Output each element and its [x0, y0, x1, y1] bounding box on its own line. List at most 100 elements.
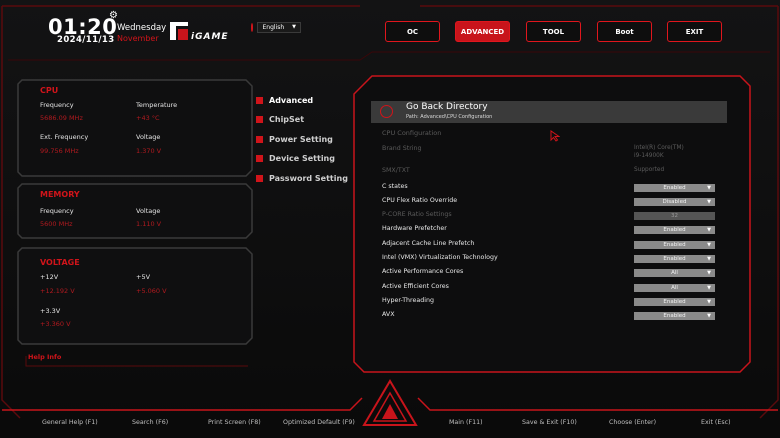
menu-item-label: ChipSet [269, 115, 305, 124]
menu-item-password-setting[interactable]: Password Setting [256, 174, 348, 183]
voltage-33v-value: +3.360 V [40, 320, 71, 328]
option-cpu-flex-ratio-dropdown[interactable]: Disabled ▼ [634, 198, 715, 206]
option-hardware-prefetcher-dropdown[interactable]: Enabled ▼ [634, 226, 715, 234]
back-circle-icon [380, 105, 393, 118]
option-active-efficient-cores-dropdown[interactable]: All ▼ [634, 284, 715, 292]
hotkey-general-help[interactable]: General Help (F1) [42, 419, 98, 426]
option-value: All [671, 285, 678, 291]
bullet-square-icon [256, 136, 263, 143]
option-active-performance-cores-dropdown[interactable]: All ▼ [634, 269, 715, 277]
language-value: English [262, 23, 285, 31]
config-path: Path: Advanced\CPU Configuration [406, 114, 493, 120]
option-value: 32 [671, 213, 678, 219]
hotkey-optimized-default[interactable]: Optimized Default (F9) [283, 419, 355, 426]
memory-frequency-value: 5600 MHz [40, 220, 73, 228]
chevron-down-icon: ▼ [707, 299, 711, 305]
memory-voltage-label: Voltage [136, 207, 161, 215]
hotkey-save-exit[interactable]: Save & Exit (F10) [522, 419, 577, 426]
brand-string-label: Brand String [382, 145, 422, 152]
mouse-cursor-icon [550, 130, 560, 142]
option-label-hardware-prefetcher: Hardware Prefetcher [382, 225, 447, 232]
settings-gear-icon[interactable]: ⚙ [109, 10, 118, 21]
tab-boot[interactable]: Boot [597, 21, 652, 42]
option-adjacent-cache-dropdown[interactable]: Enabled ▼ [634, 241, 715, 249]
chevron-down-icon: ▼ [707, 242, 711, 248]
hotkey-print-screen[interactable]: Print Screen (F8) [208, 419, 261, 426]
date: 2024/11/13 [57, 35, 115, 45]
option-value: All [671, 270, 678, 276]
cpu-title: CPU [40, 86, 59, 95]
cpu-frequency-label: Frequency [40, 101, 74, 109]
option-value: Enabled [663, 299, 686, 305]
igame-logo-icon [170, 22, 188, 40]
bullet-square-icon [256, 116, 263, 123]
chevron-down-icon: ▼ [707, 227, 711, 233]
option-label-pcore-ratio: P-CORE Ratio Settings [382, 211, 452, 218]
hotkey-search[interactable]: Search (F6) [132, 419, 168, 426]
menu-item-power-setting[interactable]: Power Setting [256, 135, 333, 144]
language-dropdown[interactable]: English ▼ [257, 21, 301, 33]
voltage-33v-label: +3.3V [40, 307, 61, 315]
cpu-frequency-value: 5686.09 MHz [40, 114, 83, 122]
option-value: Enabled [663, 242, 686, 248]
help-info-title: Help Info [28, 353, 62, 361]
voltage-12v-label: +12V [40, 273, 59, 281]
voltage-title: VOLTAGE [40, 258, 80, 267]
hotkey-choose[interactable]: Choose (Enter) [609, 419, 656, 426]
cpu-voltage-label: Voltage [136, 133, 161, 141]
hotkey-main[interactable]: Main (F11) [449, 419, 483, 426]
brand-logo-text: iGAME [191, 32, 229, 42]
menu-item-label: Power Setting [269, 135, 333, 144]
weekday: Wednesday [117, 23, 167, 33]
go-back-title: Go Back Directory [406, 102, 488, 112]
option-label-adjacent-cache: Adjacent Cache Line Prefetch [382, 240, 475, 247]
memory-voltage-value: 1.110 V [136, 220, 162, 228]
brand-string-value-line2: i9-14900K [634, 153, 664, 159]
menu-item-advanced[interactable]: Advanced [256, 96, 313, 105]
tab-advanced[interactable]: ADVANCED [455, 21, 510, 42]
voltage-12v-value: +12.192 V [40, 287, 75, 295]
bullet-square-icon [256, 97, 263, 104]
option-label-active-efficient-cores: Active Efficient Cores [382, 283, 449, 290]
option-pcore-ratio-input: 32 [634, 212, 715, 220]
menu-item-device-setting[interactable]: Device Setting [256, 154, 335, 163]
voltage-5v-label: +5V [136, 273, 151, 281]
memory-frequency-label: Frequency [40, 207, 74, 215]
option-avx-dropdown[interactable]: Enabled ▼ [634, 312, 715, 320]
option-value: Enabled [663, 185, 686, 191]
tab-tool[interactable]: TOOL [526, 21, 581, 42]
chevron-down-icon: ▼ [707, 313, 711, 319]
smx-value: Supported [634, 167, 665, 173]
option-label-vmx: Intel (VMX) Virtualization Technology [382, 254, 498, 261]
hotkey-exit[interactable]: Exit (Esc) [701, 419, 731, 426]
option-label-cpu-flex-ratio: CPU Flex Ratio Override [382, 197, 458, 204]
chevron-down-icon: ▼ [292, 24, 296, 30]
chevron-down-icon: ▼ [707, 185, 711, 191]
tab-oc[interactable]: OC [385, 21, 440, 42]
chevron-down-icon: ▼ [707, 256, 711, 262]
language-selector[interactable]: English ▼ [251, 21, 301, 33]
chevron-down-icon: ▼ [707, 199, 711, 205]
tab-exit[interactable]: EXIT [667, 21, 722, 42]
option-label-hyper-threading: Hyper-Threading [382, 297, 434, 304]
brand-string-value-line1: Intel(R) Core(TM) [634, 145, 684, 151]
menu-item-label: Device Setting [269, 154, 335, 163]
cpu-voltage-value: 1.370 V [136, 147, 162, 155]
option-vmx-dropdown[interactable]: Enabled ▼ [634, 255, 715, 263]
memory-title: MEMORY [40, 190, 80, 199]
option-value: Disabled [662, 199, 687, 205]
globe-icon [251, 22, 254, 32]
voltage-5v-value: +5.060 V [136, 287, 167, 295]
section-title: CPU Configuration [382, 129, 442, 137]
menu-item-label: Password Setting [269, 174, 348, 183]
option-hyper-threading-dropdown[interactable]: Enabled ▼ [634, 298, 715, 306]
cpu-ext-frequency-value: 99.756 MHz [40, 147, 79, 155]
option-c-states-dropdown[interactable]: Enabled ▼ [634, 184, 715, 192]
option-label-avx: AVX [382, 311, 395, 318]
smx-label: SMX/TXT [382, 167, 410, 174]
menu-item-chipset[interactable]: ChipSet [256, 115, 304, 124]
chevron-down-icon: ▼ [707, 270, 711, 276]
option-value: Enabled [663, 256, 686, 262]
cpu-temperature-value: +43 °C [136, 114, 160, 122]
option-label-c-states: C states [382, 183, 408, 190]
